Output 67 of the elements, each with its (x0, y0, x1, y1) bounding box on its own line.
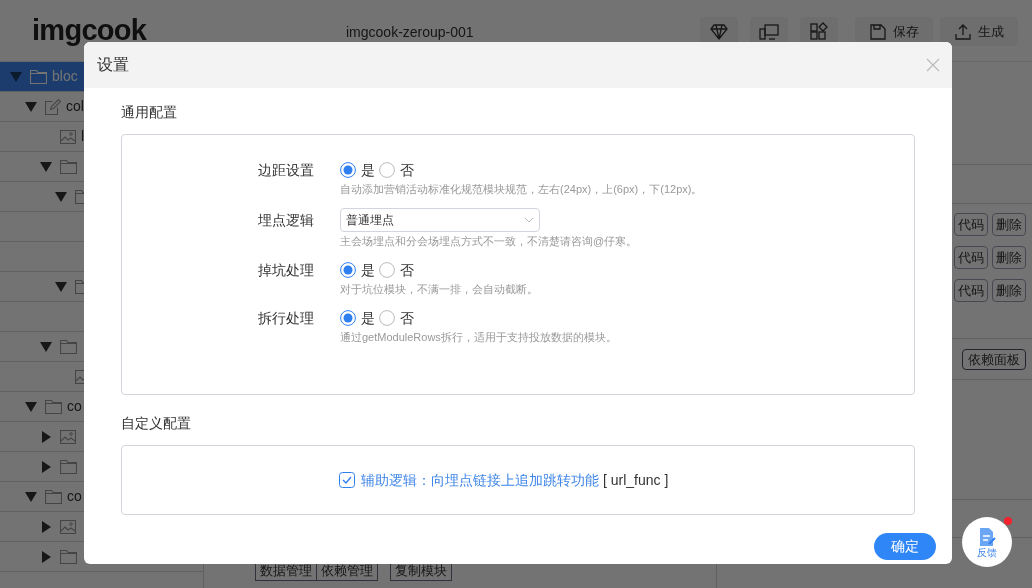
help-text: 对于坑位模块，不满一排，会自动截断。 (340, 282, 538, 296)
field-label: 埋点逻辑 (257, 211, 314, 230)
checkbox-label: 辅助逻辑：向埋点链接上追加跳转功能 (361, 470, 599, 490)
help-text: 自动添加营销活动标准化规范模块规范，左右(24px)，上(6px)，下(12px)。 (340, 182, 703, 196)
save-icon (869, 22, 887, 41)
monitor-icon (759, 21, 779, 42)
image-icon (60, 129, 76, 144)
radio-option[interactable]: 是 (340, 259, 375, 281)
folder-icon (60, 159, 77, 174)
folder-icon (60, 549, 77, 564)
radio-label: 是 (361, 308, 375, 328)
folder-icon (30, 69, 47, 84)
image-icon (60, 519, 76, 534)
radio-label: 否 (400, 160, 414, 180)
radio-option[interactable]: 否 (379, 307, 414, 329)
help-text: 主会场埋点和分会场埋点方式不一致，不清楚请咨询@仔寒。 (340, 234, 638, 248)
radio-option[interactable]: 是 (340, 159, 375, 181)
section-title: 自定义配置 (121, 414, 192, 433)
field-label: 掉坑处理 (257, 261, 314, 280)
panel-button[interactable]: 删除 (992, 246, 1026, 269)
section-title: 通用配置 (121, 103, 178, 122)
panel-button[interactable]: 代码 (954, 213, 988, 236)
radio-label: 否 (400, 308, 414, 328)
document-edit-icon (977, 526, 997, 547)
radio-option[interactable]: 是 (340, 307, 375, 329)
diamond-icon (709, 21, 729, 42)
folder-icon (60, 339, 77, 354)
tree-label: col (66, 97, 84, 116)
blocks-icon (809, 21, 829, 42)
radio-option[interactable]: 否 (379, 159, 414, 181)
folder-icon (45, 399, 62, 414)
dialog-title: 设置 (97, 55, 129, 75)
panel-button[interactable]: 代码 (954, 279, 988, 302)
image-icon (60, 429, 76, 444)
panel-button[interactable]: 删除 (992, 279, 1026, 302)
close-icon (926, 58, 940, 72)
tree-label: bloc (52, 67, 78, 86)
edit-icon (45, 98, 61, 115)
select-value: 普通埋点 (346, 212, 394, 229)
confirm-button[interactable]: 确定 (874, 533, 936, 560)
logo-text: imgcook (32, 13, 147, 48)
upload-icon (954, 22, 972, 41)
code-name: [ url_func ] (603, 470, 669, 490)
field-label: 边距设置 (257, 161, 314, 180)
panel-button[interactable]: 代码 (954, 246, 988, 269)
folder-icon (75, 279, 84, 294)
folder-icon (45, 489, 62, 504)
radio-option[interactable]: 否 (379, 259, 414, 281)
feedback-button[interactable]: 反馈 (962, 517, 1012, 567)
field-label: 拆行处理 (257, 309, 314, 328)
help-text: 通过getModuleRows拆行，适用于支持投放数据的模块。 (340, 330, 617, 344)
toolbar-button[interactable]: 生成 (940, 17, 1018, 46)
checkbox-option[interactable]: 辅助逻辑：向埋点链接上追加跳转功能 [ url_func ] (339, 469, 914, 491)
panel-button[interactable]: 删除 (992, 213, 1026, 236)
radio-label: 否 (400, 260, 414, 280)
folder-icon (75, 189, 84, 204)
radio-label: 是 (361, 260, 375, 280)
dependency-panel-button[interactable]: 依赖面板 (962, 348, 1026, 370)
radio-label: 是 (361, 160, 375, 180)
chevron-down-icon (524, 217, 534, 223)
tree-label: co (67, 397, 82, 416)
folder-icon (60, 459, 77, 474)
tree-label: l (81, 127, 85, 146)
select-field[interactable]: 普通埋点 (340, 208, 540, 232)
tree-label: co (67, 487, 82, 506)
project-title: imgcook-zeroup-001 (346, 23, 474, 42)
image-icon (75, 369, 84, 384)
